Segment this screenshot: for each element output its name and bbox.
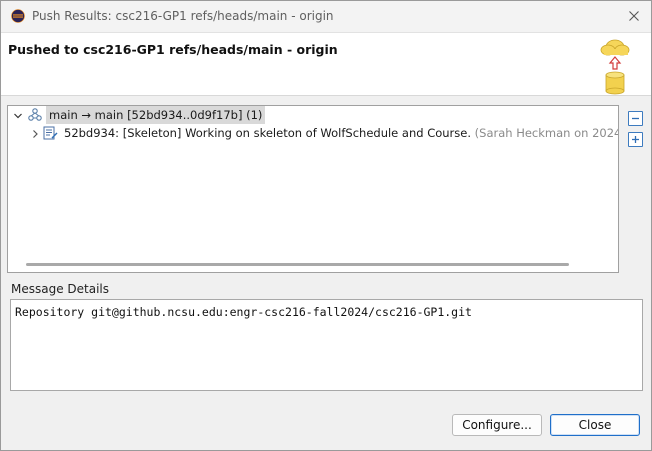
collapse-all-icon xyxy=(632,117,639,120)
configure-button[interactable]: Configure... xyxy=(452,414,542,436)
commit-author-info: (Sarah Heckman on 2024-08-18 09 xyxy=(474,126,618,140)
expand-all-button[interactable] xyxy=(628,132,643,147)
message-details-textbox[interactable]: Repository git@github.ncsu.edu:engr-csc2… xyxy=(10,299,643,391)
message-details-label: Message Details xyxy=(11,282,110,296)
push-to-cloud-icon xyxy=(600,39,630,95)
tree-root-label: main → main [52bd934..0d9f17b] (1) xyxy=(49,108,263,122)
tree-child-row[interactable]: 52bd934: [Skeleton] Working on skeleton … xyxy=(64,124,618,142)
close-button[interactable]: Close xyxy=(550,414,640,436)
tree-root-row[interactable]: main → main [52bd934..0d9f17b] (1) xyxy=(46,106,266,124)
header-banner: Pushed to csc216-GP1 refs/heads/main - o… xyxy=(1,33,651,96)
push-results-dialog: Push Results: csc216-GP1 refs/heads/main… xyxy=(0,0,652,451)
message-details-text: Repository git@github.ncsu.edu:engr-csc2… xyxy=(15,305,472,319)
banner-title: Pushed to csc216-GP1 refs/heads/main - o… xyxy=(8,42,338,57)
chevron-down-icon[interactable] xyxy=(13,111,23,121)
window-title: Push Results: csc216-GP1 refs/heads/main… xyxy=(32,9,334,23)
push-results-tree[interactable]: main → main [52bd934..0d9f17b] (1) 52bd9… xyxy=(7,105,619,273)
branch-update-icon xyxy=(28,108,42,121)
commit-icon xyxy=(43,126,58,140)
title-bar: Push Results: csc216-GP1 refs/heads/main… xyxy=(1,1,651,33)
collapse-all-button[interactable] xyxy=(628,111,643,126)
window-close-button[interactable] xyxy=(623,5,645,27)
chevron-right-icon[interactable] xyxy=(30,129,40,139)
commit-message: 52bd934: [Skeleton] Working on skeleton … xyxy=(64,126,471,140)
expand-all-icon xyxy=(632,136,639,143)
close-icon xyxy=(629,11,639,21)
horizontal-scrollbar[interactable] xyxy=(26,263,569,266)
eclipse-icon xyxy=(11,9,25,23)
